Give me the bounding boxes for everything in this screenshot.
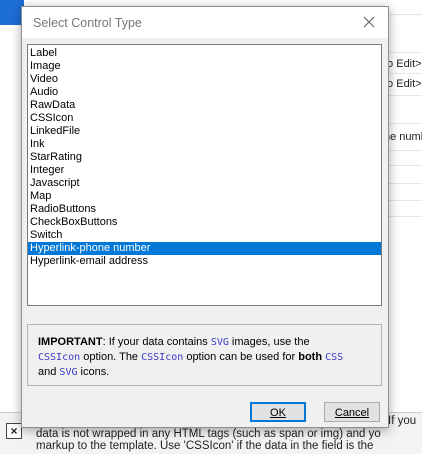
help-text-line: data is not wrapped in any HTML tags (su… (36, 428, 381, 440)
cancel-button[interactable]: Cancel (324, 402, 380, 422)
notice-text: images, use the (228, 336, 310, 348)
select-control-type-dialog: Select Control Type Label Image Video Audio… (21, 6, 389, 428)
list-item[interactable]: RadioButtons (28, 203, 381, 216)
help-panel-close-button[interactable]: × (6, 423, 22, 439)
ok-button-label: OK (270, 407, 286, 419)
notice-code-cssicon: CSSIcon (38, 352, 81, 363)
list-item[interactable]: CSSIcon (28, 112, 381, 125)
list-item[interactable]: Map (28, 190, 381, 203)
list-item[interactable]: RawData (28, 99, 381, 112)
list-item[interactable]: LinkedFile (28, 125, 381, 138)
dialog-title: Select Control Type (33, 16, 142, 30)
close-icon: × (10, 424, 18, 438)
close-icon[interactable] (362, 15, 376, 29)
control-type-list: Label Image Video Audio RawData CSSIcon Linked… (28, 47, 381, 268)
list-item[interactable]: Javascript (28, 177, 381, 190)
grid-cell-text[interactable]: to Edit> (384, 58, 422, 70)
ok-button[interactable]: OK (250, 402, 306, 422)
list-item[interactable]: Hyperlink-phone number (28, 242, 381, 255)
help-text-fragment: If you (388, 415, 417, 427)
list-item[interactable]: Ink (28, 138, 381, 151)
important-notice: IMPORTANT: If your data contains SVG ima… (27, 324, 382, 386)
list-item[interactable]: Video (28, 73, 381, 86)
notice-bold-both: both (298, 351, 323, 363)
help-text: data is not wrapped in any HTML tags (su… (36, 428, 422, 452)
notice-code-svg: SVG (210, 337, 229, 348)
notice-text: option can be used for (183, 351, 299, 363)
notice-text: : If your data contains (102, 336, 211, 348)
grid-cell-text[interactable]: ne numb (384, 131, 422, 143)
list-item[interactable]: Label (28, 47, 381, 60)
grid-cell-text[interactable]: to Edit> (384, 78, 422, 90)
notice-code-css: CSS (325, 352, 344, 363)
list-item[interactable]: StarRating (28, 151, 381, 164)
notice-code-svg: SVG (59, 367, 78, 378)
list-item[interactable]: Image (28, 60, 381, 73)
control-type-listbox[interactable]: Label Image Video Audio RawData CSSIcon Linked… (27, 44, 382, 306)
list-item[interactable]: Integer (28, 164, 381, 177)
list-item[interactable]: Audio (28, 86, 381, 99)
list-item[interactable]: Hyperlink-email address (28, 255, 381, 268)
list-item[interactable]: Switch (28, 229, 381, 242)
notice-text: icons. (77, 366, 110, 378)
dialog-titlebar[interactable]: Select Control Type (22, 7, 388, 38)
notice-important-label: IMPORTANT (38, 336, 103, 348)
notice-text: and (38, 366, 60, 378)
help-text-line: markup to the template. Use 'CSSIcon' if… (36, 440, 374, 452)
list-item[interactable]: CheckBoxButtons (28, 216, 381, 229)
notice-code-cssicon: CSSIcon (141, 352, 184, 363)
notice-text: option. The (80, 351, 142, 363)
cancel-button-label: Cancel (334, 407, 370, 419)
